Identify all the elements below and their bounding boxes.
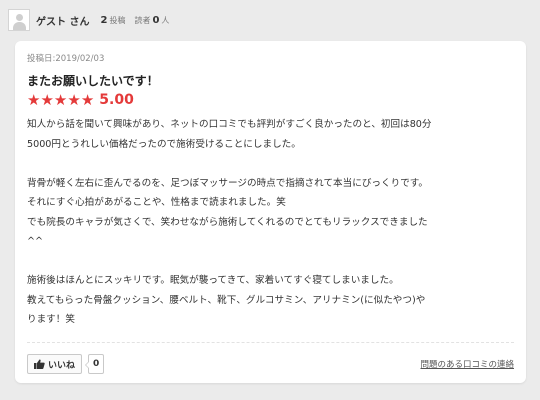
review-title: またお願いしたいです！ <box>27 74 159 88</box>
review-line <box>27 252 517 272</box>
thumbs-up-icon <box>34 359 45 369</box>
review-line <box>27 154 517 174</box>
review-line: 教えてもらった骨盤クッション、腰ベルト、靴下、グルコサミン、アリナミン(に似たや… <box>27 294 426 306</box>
posts-count: 2 <box>100 14 108 26</box>
star-icon: ★ <box>40 91 54 109</box>
star-rating: ★ ★ ★ ★ ★ <box>27 92 94 108</box>
readers-label: 読者 <box>134 15 151 25</box>
review-body: 知人から話を聞いて興味があり、ネットの口コミでも評判がすごく良かったのと、初回は… <box>27 115 517 330</box>
readers-stat: 読者 0 人 <box>134 15 169 26</box>
review-line: 5000円とうれしい価格だったので施術受けることにしました。 <box>27 138 301 150</box>
star-icon: ★ <box>67 91 81 109</box>
report-link[interactable]: 問題のある口コミの連絡 <box>420 358 514 370</box>
review-line: 施術後はほんとにスッキリです。眠気が襲ってきて、家着いてすぐ寝てしまいました。 <box>27 275 399 286</box>
user-header: ゲスト さん 2 投稿 読者 0 人 <box>8 9 169 31</box>
review-card: 投稿日:2019/02/03 またお願いしたいです！ ★ ★ ★ ★ ★ 5.00 知人… <box>15 41 526 383</box>
posts-label: 投稿 <box>109 15 126 25</box>
rating-score: 5.00 <box>99 92 134 108</box>
review-footer: いいね 0 問題のある口コミの連絡 <box>27 353 514 375</box>
avatar-body <box>13 22 26 30</box>
post-date: 投稿日:2019/02/03 <box>27 54 105 64</box>
like-label: いいね <box>48 360 76 371</box>
star-icon: ★ <box>80 91 95 109</box>
user-stats: 2 投稿 読者 0 人 <box>100 15 169 26</box>
review-line: 知人から話を聞いて興味があり、ネットの口コミでも評判がすごく良かったのと、初回は… <box>27 119 432 130</box>
readers-count: 0 <box>152 14 160 26</box>
readers-unit: 人 <box>161 15 170 25</box>
like-group: いいね 0 <box>27 354 105 374</box>
like-button[interactable]: いいね <box>27 354 83 374</box>
avatar-head <box>16 14 23 21</box>
review-line: 背骨が軽く左右に歪んでるのを、足つぼマッサージの時点で指摘されて本当にびっくりで… <box>27 177 429 189</box>
review-line: ^^ <box>27 236 44 247</box>
review-line: でも院長のキャラが気さくで、笑わせながら施術してくれるのでとてもリラックスできま… <box>27 216 428 228</box>
divider <box>27 342 514 343</box>
star-icon: ★ <box>27 91 41 109</box>
rating: ★ ★ ★ ★ ★ 5.00 <box>27 92 134 108</box>
like-count: 0 <box>84 354 105 374</box>
posts-stat: 2 投稿 <box>100 15 125 26</box>
review-line: それにすぐ心拍があがることや、性格まで読まれました。笑 <box>27 197 286 208</box>
star-icon: ★ <box>53 91 68 109</box>
avatar[interactable] <box>8 9 30 31</box>
review-line: ります！笑 <box>27 314 75 325</box>
user-name[interactable]: ゲスト さん <box>36 13 89 28</box>
